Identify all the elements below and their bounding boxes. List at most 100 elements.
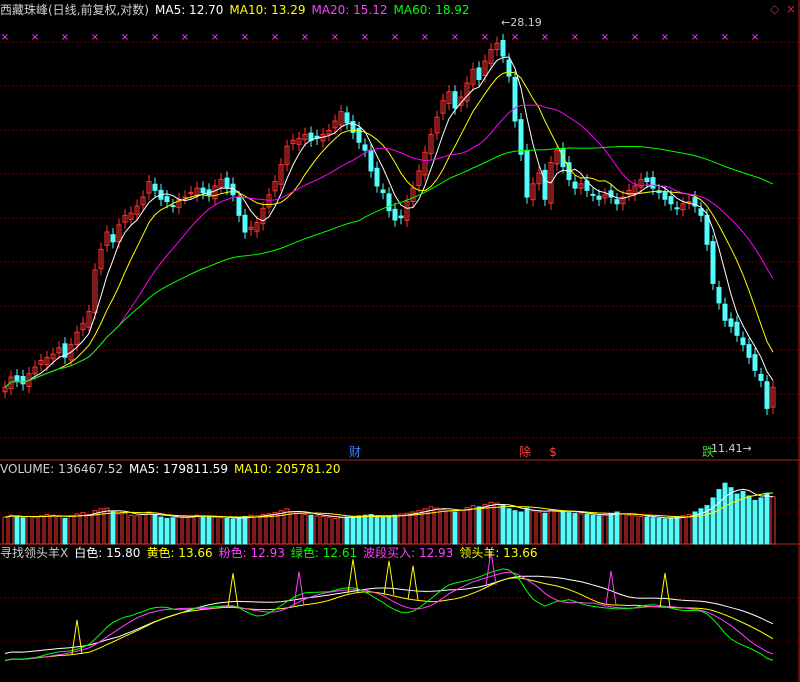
candle-body <box>380 189 386 194</box>
kline-chart[interactable]: × × × × × × × × × × × × × × × × × × × × × × × × × × ←28.19 11.41→ 财 除… <box>0 0 800 682</box>
volume-bar <box>662 518 668 545</box>
volume-bar <box>566 512 572 545</box>
volume-bar <box>668 517 674 545</box>
volume-bar <box>116 513 122 545</box>
ma10-line <box>4 71 774 388</box>
yellow-legend: 黄色: 13.66 <box>146 546 213 560</box>
volume-bar <box>350 515 356 545</box>
volume-bar <box>722 482 728 545</box>
volume-bar <box>224 517 230 545</box>
volume-bar <box>752 499 758 545</box>
volume-bar <box>410 511 416 545</box>
volume-bar <box>530 510 536 545</box>
candle-body <box>500 40 506 57</box>
buy-signal-spike <box>383 560 395 595</box>
candle-body <box>200 187 206 194</box>
volume-bar <box>470 505 476 545</box>
volume-bar <box>650 517 656 545</box>
volume-bar <box>200 515 206 545</box>
signal-marker: × <box>271 32 279 43</box>
volume-bar <box>110 511 116 545</box>
volume-bar <box>266 513 272 545</box>
volume-bar <box>680 515 686 545</box>
candle-body <box>386 193 392 212</box>
volume-bar <box>14 515 20 545</box>
vol-ma5-legend: MA5: 179811.59 <box>129 462 228 476</box>
volume-bar <box>464 507 470 545</box>
volume-bar <box>506 508 512 545</box>
candle-body <box>728 318 734 327</box>
volume-bar <box>362 514 368 545</box>
volume-bar <box>434 507 440 545</box>
volume-header: VOLUME: 136467.52 MA5: 179811.59 MA10: 205… <box>0 461 347 477</box>
signal-marker: × <box>481 32 489 43</box>
candle-body <box>746 344 752 358</box>
volume-bar <box>236 517 242 545</box>
event-badge: 财 <box>349 445 361 459</box>
volume-bar <box>368 514 374 545</box>
volume-bar <box>44 514 50 545</box>
volume-bar <box>260 514 266 545</box>
candle-body <box>716 286 722 304</box>
candle-body <box>506 59 512 77</box>
low-price-label: 11.41→ <box>711 442 752 455</box>
pink-legend: 粉色: 12.93 <box>218 546 285 560</box>
volume-bar <box>524 507 530 545</box>
volume-bar <box>614 511 620 545</box>
volume-bar <box>86 514 92 545</box>
signal-marker: × <box>361 32 369 43</box>
white-legend: 白色: 15.80 <box>74 546 141 560</box>
signal-marker: × <box>511 32 519 43</box>
candle-body <box>14 375 20 381</box>
volume-bar <box>254 515 260 545</box>
volume-bar <box>50 514 56 545</box>
volume-bar <box>500 505 506 545</box>
signal-marker: × <box>91 32 99 43</box>
volume-bar <box>446 510 452 545</box>
candle-body <box>392 208 398 221</box>
volume-bar <box>8 514 14 545</box>
candle-body <box>152 183 158 191</box>
volume-bar <box>68 515 74 545</box>
ma5-line <box>4 56 774 388</box>
candle-body <box>734 321 740 336</box>
candle-body <box>236 196 242 216</box>
volume-bar <box>356 515 362 545</box>
indicator-name: 寻找领头羊X <box>0 546 69 560</box>
signal-marker: × <box>631 32 639 43</box>
candle-body <box>362 144 368 151</box>
candles <box>2 33 776 416</box>
volume-bar <box>572 512 578 545</box>
volume-bar <box>290 511 296 545</box>
vol-ma10-legend: MA10: 205781.20 <box>233 462 341 476</box>
indicator-line-2 <box>4 571 774 662</box>
volume-bar <box>170 517 176 545</box>
close-icon[interactable]: × <box>786 2 796 16</box>
volume-bar <box>536 511 542 545</box>
signal-marker: × <box>301 32 309 43</box>
candle-body <box>164 196 170 203</box>
volume-bar <box>92 510 98 545</box>
volume-bar <box>272 512 278 545</box>
volume-bar <box>386 515 392 545</box>
diamond-icon[interactable]: ◇ <box>770 2 779 16</box>
green-legend: 绿色: 12.61 <box>290 546 358 560</box>
volume-bar <box>626 514 632 545</box>
volume-bar <box>488 501 494 545</box>
candle-body <box>476 67 482 81</box>
volume-bar <box>494 502 500 545</box>
candle-body <box>542 169 548 200</box>
wave-buy-legend: 波段买入: 12.93 <box>363 546 454 560</box>
volume-bar <box>74 513 80 545</box>
ma20-legend: MA20: 15.12 <box>311 3 388 17</box>
volume-bar <box>188 515 194 545</box>
volume-bar <box>302 514 308 545</box>
volume-bar <box>374 515 380 545</box>
candle-body <box>752 354 758 371</box>
candle-body <box>662 192 668 200</box>
volume-bar <box>26 515 32 545</box>
stock-title: 西藏珠峰(日线,前复权,对数) <box>0 3 149 17</box>
volume-bar <box>458 509 464 545</box>
candle-body <box>668 196 674 205</box>
volume-bar <box>380 516 386 545</box>
